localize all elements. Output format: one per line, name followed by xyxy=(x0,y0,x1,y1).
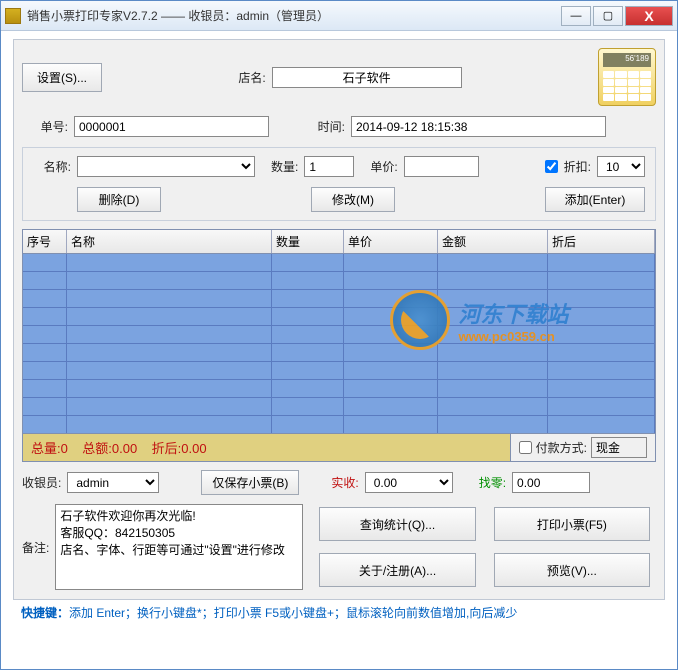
about-button[interactable]: 关于/注册(A)... xyxy=(319,553,475,587)
col-amount[interactable]: 金额 xyxy=(438,230,548,253)
col-price[interactable]: 单价 xyxy=(344,230,438,253)
delete-button[interactable]: 删除(D) xyxy=(77,187,161,212)
shortcut-hint: 快捷键：添加 Enter；换行小键盘*；打印小票 F5或小键盘+；鼠标滚轮向前数… xyxy=(13,600,665,625)
time-label: 时间: xyxy=(275,118,345,135)
main-panel: 设置(S)... 店名: 56'189 单号: 时间: 名称: xyxy=(13,39,665,600)
table-row xyxy=(23,416,655,434)
discount-select[interactable]: 10 xyxy=(597,156,645,177)
remark-label: 备注: xyxy=(22,539,49,556)
table-row xyxy=(23,254,655,272)
order-no-input[interactable] xyxy=(74,116,269,137)
edit-button[interactable]: 修改(M) xyxy=(311,187,395,212)
client-area: 设置(S)... 店名: 56'189 单号: 时间: 名称: xyxy=(1,31,677,629)
total-after: 折后:0.00 xyxy=(152,441,207,456)
total-qty: 总量:0 xyxy=(31,441,68,456)
total-amount: 总额:0.00 xyxy=(82,441,137,456)
payment-checkbox[interactable] xyxy=(519,441,532,454)
recv-label: 实收: xyxy=(331,474,358,491)
stats-button[interactable]: 查询统计(Q)... xyxy=(319,507,475,541)
discount-label: 折扣: xyxy=(564,158,591,175)
table-row xyxy=(23,398,655,416)
table-row xyxy=(23,290,655,308)
store-label: 店名: xyxy=(238,69,265,86)
table-row xyxy=(23,344,655,362)
col-name[interactable]: 名称 xyxy=(67,230,272,253)
item-entry-panel: 名称: 数量: 单价: 折扣: 10 删除(D) 修改(M) xyxy=(22,147,656,221)
discount-checkbox[interactable] xyxy=(545,160,558,173)
minimize-button[interactable]: — xyxy=(561,6,591,26)
item-name-select[interactable] xyxy=(77,156,255,177)
app-icon xyxy=(5,8,21,24)
table-body[interactable] xyxy=(23,254,655,434)
remark-textarea[interactable]: 石子软件欢迎你再次光临! 客服QQ：842150305 店名、字体、行距等可通过… xyxy=(55,504,303,590)
maximize-button[interactable]: ▢ xyxy=(593,6,623,26)
close-button[interactable]: X xyxy=(625,6,673,26)
calculator-icon[interactable]: 56'189 xyxy=(598,48,656,106)
items-table: 序号 名称 数量 单价 金额 折后 xyxy=(22,229,656,462)
payment-label: 付款方式: xyxy=(536,439,587,456)
totals-bar: 总量:0 总额:0.00 折后:0.00 xyxy=(23,434,510,461)
cashier-select[interactable]: admin xyxy=(67,472,159,493)
change-label: 找零: xyxy=(479,474,506,491)
save-only-button[interactable]: 仅保存小票(B) xyxy=(201,470,299,495)
table-row xyxy=(23,380,655,398)
name-label: 名称: xyxy=(33,158,71,175)
app-window: 销售小票打印专家V2.7.2 —— 收银员：admin（管理员） — ▢ X 设… xyxy=(0,0,678,670)
print-button[interactable]: 打印小票(F5) xyxy=(494,507,650,541)
store-name-input[interactable] xyxy=(272,67,462,88)
recv-input[interactable]: 0.00 xyxy=(365,472,453,493)
table-header: 序号 名称 数量 单价 金额 折后 xyxy=(23,230,655,254)
col-after[interactable]: 折后 xyxy=(548,230,655,253)
table-row xyxy=(23,272,655,290)
price-label: 单价: xyxy=(370,158,397,175)
qty-label: 数量: xyxy=(271,158,298,175)
table-row xyxy=(23,308,655,326)
settings-button[interactable]: 设置(S)... xyxy=(22,63,102,92)
col-qty[interactable]: 数量 xyxy=(272,230,344,253)
title-bar[interactable]: 销售小票打印专家V2.7.2 —— 收银员：admin（管理员） — ▢ X xyxy=(1,1,677,31)
order-no-label: 单号: xyxy=(22,118,68,135)
col-seq[interactable]: 序号 xyxy=(23,230,67,253)
cashier-label: 收银员: xyxy=(22,474,61,491)
window-title: 销售小票打印专家V2.7.2 —— 收银员：admin（管理员） xyxy=(27,7,559,24)
table-row xyxy=(23,362,655,380)
payment-value xyxy=(591,437,647,458)
preview-button[interactable]: 预览(V)... xyxy=(494,553,650,587)
qty-input[interactable] xyxy=(304,156,354,177)
change-input[interactable] xyxy=(512,472,590,493)
price-input[interactable] xyxy=(404,156,479,177)
add-button[interactable]: 添加(Enter) xyxy=(545,187,645,212)
time-input[interactable] xyxy=(351,116,606,137)
table-row xyxy=(23,326,655,344)
